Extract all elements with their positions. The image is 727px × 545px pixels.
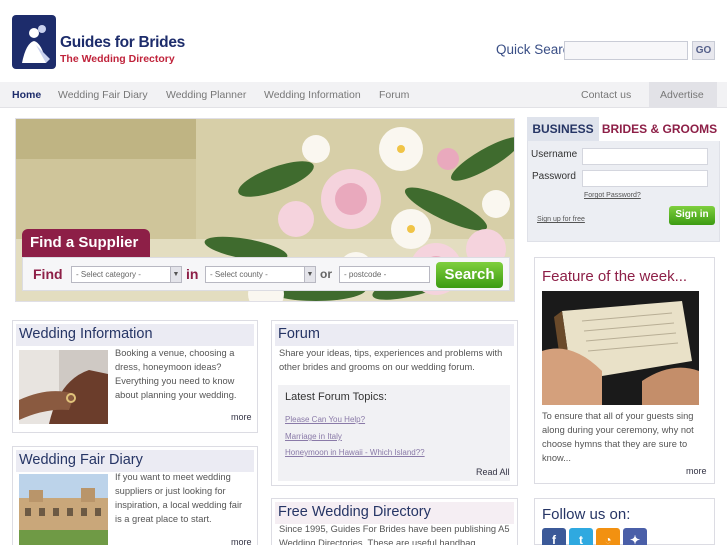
password-label: Password [532, 171, 576, 182]
main-nav: Home Wedding Fair Diary Wedding Planner … [0, 82, 727, 108]
category-select[interactable]: - Select category - ▼ [71, 266, 182, 283]
nav-forum[interactable]: Forum [379, 89, 409, 101]
logo-name[interactable]: Guides for Brides [60, 34, 185, 52]
find-label: Find [33, 266, 63, 282]
username-input[interactable] [582, 148, 708, 165]
free-wedding-directory-text: Since 1995, Guides For Brides have been … [279, 524, 510, 545]
feature-of-the-week-more-link[interactable]: more [686, 466, 707, 476]
category-select-value: - Select category - [76, 270, 141, 279]
county-select-value: - Select county - [210, 270, 268, 279]
postcode-input[interactable]: - postcode - [339, 266, 430, 283]
sign-in-button[interactable]: Sign in [669, 206, 715, 225]
nav-wedding-information[interactable]: Wedding Information [264, 89, 361, 101]
tab-business[interactable]: BUSINESS [527, 117, 599, 141]
feature-of-the-week-title[interactable]: Feature of the week... [542, 268, 687, 285]
forgot-password-link[interactable]: Forgot Password? [584, 192, 641, 199]
wedding-venue-image[interactable] [19, 474, 108, 545]
forum-topic-link[interactable]: Honeymoon in Hawaii - Which Island?? [285, 448, 425, 457]
logo-icon[interactable] [12, 15, 56, 69]
latest-forum-topics-title: Latest Forum Topics: [285, 391, 387, 403]
sign-up-link[interactable]: Sign up for free [537, 216, 585, 223]
password-input[interactable] [582, 170, 708, 187]
wedding-fair-diary-text: If you want to meet wedding suppliers or… [115, 472, 243, 524]
facebook-icon[interactable]: f [542, 528, 566, 545]
forum-topic-link[interactable]: Please Can You Help? [285, 415, 365, 424]
in-label: in [186, 266, 199, 282]
nav-wedding-planner[interactable]: Wedding Planner [166, 89, 246, 101]
forum-read-all-link[interactable]: Read All [476, 467, 510, 477]
wedding-information-text: Booking a venue, choosing a dress, honey… [115, 348, 237, 400]
wedding-information-more-link[interactable]: more [231, 412, 252, 422]
nav-home[interactable]: Home [12, 89, 41, 101]
nav-advertise-tab[interactable]: Advertise [649, 82, 717, 108]
feature-of-the-week-text: To ensure that all of your guests sing a… [542, 411, 694, 463]
wedding-fair-diary-title[interactable]: Wedding Fair Diary [19, 452, 143, 468]
forum-title[interactable]: Forum [278, 326, 320, 342]
username-label: Username [531, 149, 578, 160]
twitter-icon[interactable]: t [569, 528, 593, 545]
wedding-information-title[interactable]: Wedding Information [19, 326, 153, 342]
forum-topic-link[interactable]: Marriage in Italy [285, 432, 342, 441]
nav-contact-us[interactable]: Contact us [581, 89, 631, 101]
follow-us-title: Follow us on: [542, 506, 631, 523]
wedding-rings-image[interactable] [19, 350, 108, 424]
tab-brides-grooms[interactable]: BRIDES & GROOMS [599, 117, 720, 141]
chevron-down-icon[interactable]: ▼ [304, 267, 315, 282]
logo-tagline: The Wedding Directory [60, 53, 175, 65]
postcode-placeholder: - postcode - [344, 270, 387, 279]
nav-wedding-fair-diary[interactable]: Wedding Fair Diary [58, 89, 148, 101]
or-label: or [320, 267, 332, 281]
hymn-book-image[interactable] [542, 291, 699, 405]
nav-advertise[interactable]: Advertise [660, 89, 704, 101]
find-a-supplier-tab: Find a Supplier [22, 229, 150, 257]
quick-search-go-button[interactable]: GO [692, 41, 715, 60]
forum-text: Share your ideas, tips, experiences and … [279, 348, 503, 372]
chevron-down-icon[interactable]: ▼ [170, 267, 181, 282]
social-network-icon[interactable]: ✦ [623, 528, 647, 545]
county-select[interactable]: - Select county - ▼ [205, 266, 316, 283]
quick-search-input[interactable] [564, 41, 688, 60]
rss-icon[interactable]: ◔ [596, 528, 620, 545]
supplier-search-button[interactable]: Search [436, 262, 503, 288]
free-wedding-directory-title[interactable]: Free Wedding Directory [278, 504, 431, 520]
wedding-fair-diary-more-link[interactable]: more [231, 537, 252, 545]
